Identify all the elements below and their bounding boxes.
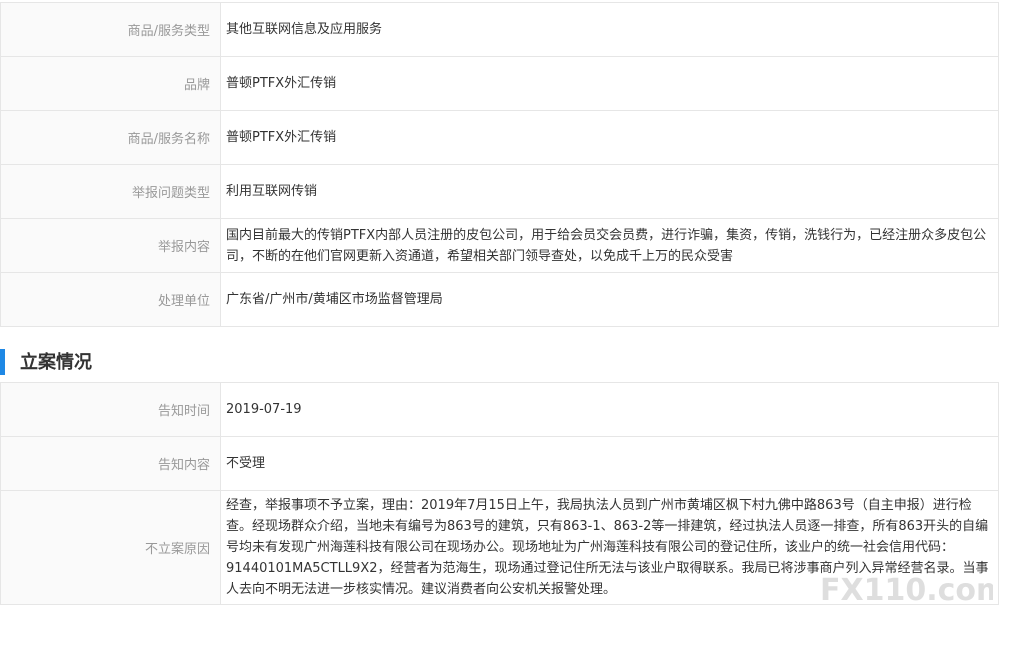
table-row: 商品/服务名称 普顿PTFX外汇传销 bbox=[0, 110, 999, 165]
table-row: 不立案原因 经查，举报事项不予立案，理由：2019年7月15日上午，我局执法人员… bbox=[0, 490, 999, 605]
row-label: 不立案原因 bbox=[0, 490, 221, 605]
row-value: 经查，举报事项不予立案，理由：2019年7月15日上午，我局执法人员到广州市黄埔… bbox=[220, 490, 999, 605]
case-section-header: 立案情况 bbox=[0, 347, 400, 377]
row-value: 不受理 bbox=[220, 436, 999, 491]
row-value: 2019-07-19 bbox=[220, 382, 999, 437]
row-value: 国内目前最大的传销PTFX内部人员注册的皮包公司，用于给会员交会员费，进行诈骗，… bbox=[220, 218, 999, 273]
table-row: 告知内容 不受理 bbox=[0, 436, 999, 491]
table-row: 处理单位 广东省/广州市/黄埔区市场监督管理局 bbox=[0, 272, 999, 327]
row-value: 广东省/广州市/黄埔区市场监督管理局 bbox=[220, 272, 999, 327]
row-value: 利用互联网传销 bbox=[220, 164, 999, 219]
row-value: 其他互联网信息及应用服务 bbox=[220, 2, 999, 57]
row-value: 普顿PTFX外汇传销 bbox=[220, 56, 999, 111]
row-label: 举报内容 bbox=[0, 218, 221, 273]
complaint-details-table: 商品/服务类型 其他互联网信息及应用服务 品牌 普顿PTFX外汇传销 商品/服务… bbox=[0, 2, 999, 327]
row-label: 商品/服务类型 bbox=[0, 2, 221, 57]
row-label: 处理单位 bbox=[0, 272, 221, 327]
row-label: 告知内容 bbox=[0, 436, 221, 491]
section-title: 立案情况 bbox=[20, 352, 92, 373]
row-label: 告知时间 bbox=[0, 382, 221, 437]
section-accent-bar bbox=[0, 349, 5, 375]
row-value: 普顿PTFX外汇传销 bbox=[220, 110, 999, 165]
case-details-table: 告知时间 2019-07-19 告知内容 不受理 不立案原因 经查，举报事项不予… bbox=[0, 382, 999, 605]
row-label: 商品/服务名称 bbox=[0, 110, 221, 165]
row-label: 举报问题类型 bbox=[0, 164, 221, 219]
table-row: 品牌 普顿PTFX外汇传销 bbox=[0, 56, 999, 111]
row-label: 品牌 bbox=[0, 56, 221, 111]
table-row: 举报内容 国内目前最大的传销PTFX内部人员注册的皮包公司，用于给会员交会员费，… bbox=[0, 218, 999, 273]
table-row: 告知时间 2019-07-19 bbox=[0, 382, 999, 437]
table-row: 举报问题类型 利用互联网传销 bbox=[0, 164, 999, 219]
table-row: 商品/服务类型 其他互联网信息及应用服务 bbox=[0, 2, 999, 57]
